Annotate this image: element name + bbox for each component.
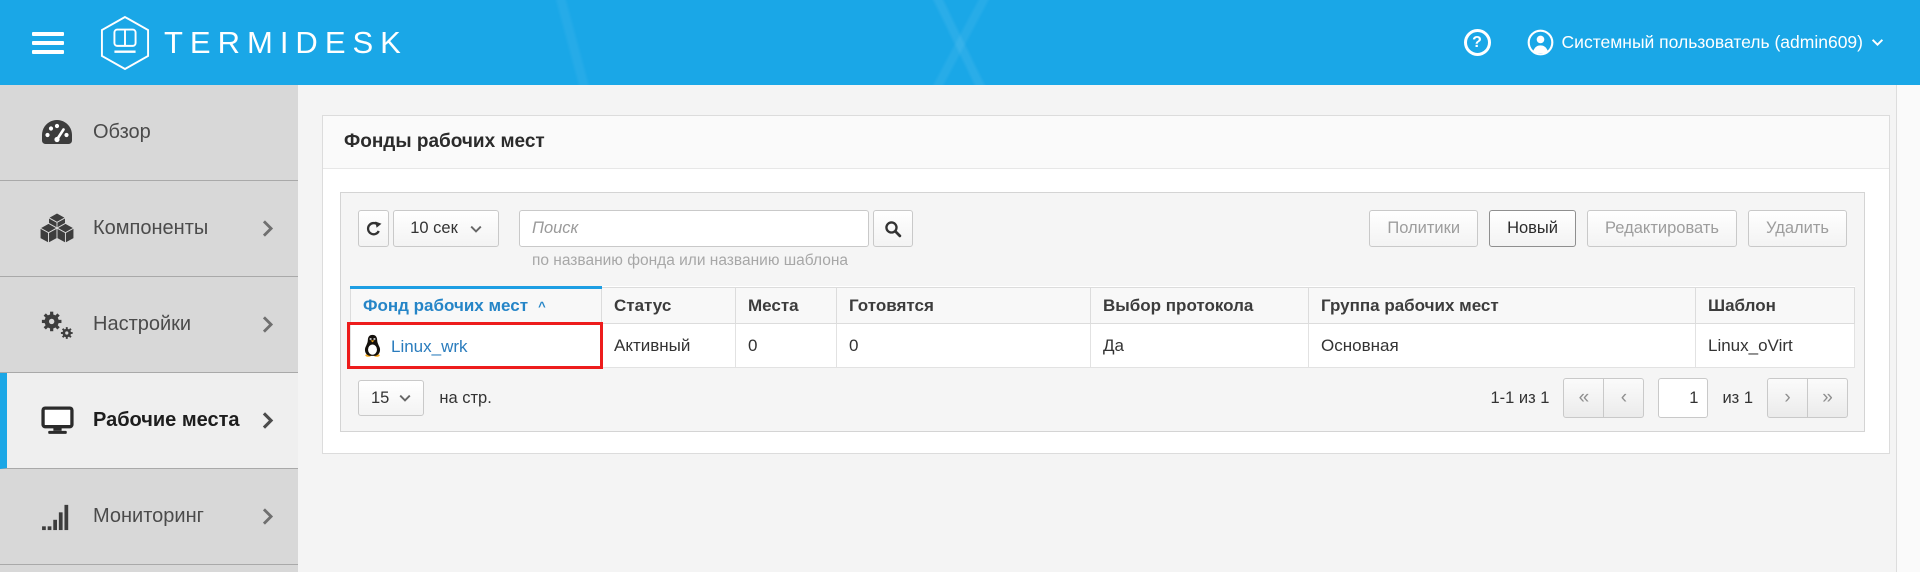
user-menu[interactable]: Системный пользователь (admin609) (1527, 29, 1884, 56)
sidebar-item-label: Мониторинг (93, 505, 261, 528)
brand-name: TERMIDESK (164, 25, 408, 61)
page-size-select[interactable]: 15 (358, 380, 424, 416)
first-page-button[interactable]: « (1563, 378, 1604, 418)
column-header-protocol[interactable]: Выбор протокола (1091, 288, 1309, 324)
pool-name-cell[interactable]: Linux_wrk (351, 324, 602, 368)
range-label: 1-1 из 1 (1490, 389, 1549, 408)
chevron-down-icon (470, 225, 482, 233)
menu-toggle-icon[interactable] (32, 27, 64, 59)
new-button[interactable]: Новый (1489, 210, 1576, 247)
search-input[interactable] (519, 210, 869, 247)
settings-icon (38, 309, 76, 341)
sidebar-item-label: Настройки (93, 313, 261, 336)
prev-page-button[interactable]: ‹ (1603, 378, 1644, 418)
pagination: 1-1 из 1 « ‹ из 1 › » (1490, 378, 1848, 418)
sidebar: Обзор Компоненты (0, 85, 298, 572)
sort-asc-icon: ^ (538, 299, 546, 314)
last-page-button[interactable]: » (1807, 378, 1848, 418)
chevron-down-icon (1871, 38, 1884, 47)
user-name-label: Системный пользователь (admin609) (1562, 32, 1863, 53)
edit-button[interactable]: Редактировать (1587, 210, 1737, 247)
delete-button[interactable]: Удалить (1748, 210, 1847, 247)
help-icon[interactable]: ? (1464, 29, 1491, 56)
sidebar-item-workplaces[interactable]: Рабочие места (0, 373, 298, 469)
search-hint: по названию фонда или названию шаблона (515, 252, 865, 270)
table-row[interactable]: Linux_wrk Активный 0 0 Да Основная Linux… (351, 324, 1855, 368)
annotation-highlight-box (347, 322, 603, 369)
page-of-label: из 1 (1722, 389, 1753, 408)
brand-logo: TERMIDESK (100, 15, 408, 71)
panel-title: Фонды рабочих мест (323, 116, 1889, 169)
monitoring-icon (38, 503, 76, 531)
pools-table: Фонд рабочих мест^ Статус Места Готовятс… (350, 286, 1855, 368)
refresh-interval-select[interactable]: 10 сек (393, 210, 499, 247)
pool-link[interactable]: Linux_wrk (391, 337, 468, 356)
sidebar-item-label: Рабочие места (93, 409, 261, 432)
chevron-down-icon (399, 394, 411, 402)
user-avatar-icon (1527, 29, 1554, 56)
status-cell: Активный (602, 324, 736, 368)
search-button[interactable] (873, 210, 913, 247)
sidebar-item-monitoring[interactable]: Мониторинг (0, 469, 298, 565)
page-number-input[interactable] (1658, 378, 1708, 418)
column-header-group[interactable]: Группа рабочих мест (1309, 288, 1696, 324)
sidebar-item-label: Компоненты (93, 217, 261, 240)
dashboard-icon (38, 119, 76, 146)
refresh-interval-value: 10 сек (410, 219, 458, 238)
app-header: TERMIDESK ? Системный пользователь (admi… (0, 0, 1920, 85)
scrollbar-track[interactable] (1896, 85, 1920, 572)
next-page-button[interactable]: › (1767, 378, 1808, 418)
chevron-right-icon (261, 219, 274, 238)
preparing-cell: 0 (837, 324, 1091, 368)
refresh-button[interactable] (358, 210, 389, 247)
column-header-status[interactable]: Статус (602, 288, 736, 324)
page-size-value: 15 (371, 389, 389, 408)
group-cell: Основная (1309, 324, 1696, 368)
sidebar-item-components[interactable]: Компоненты (0, 181, 298, 277)
brand-hexagon-icon (100, 15, 150, 71)
chevron-right-icon (261, 315, 274, 334)
column-header-seats[interactable]: Места (736, 288, 837, 324)
pools-filterbox: 10 сек (340, 192, 1865, 432)
sidebar-item-label: Обзор (93, 121, 274, 144)
workplaces-icon (38, 406, 76, 435)
protocol-cell: Да (1091, 324, 1309, 368)
chevron-right-icon (261, 507, 274, 526)
column-header-template[interactable]: Шаблон (1696, 288, 1855, 324)
column-header-pool[interactable]: Фонд рабочих мест^ (351, 288, 602, 324)
refresh-icon (365, 220, 382, 238)
seats-cell: 0 (736, 324, 837, 368)
pools-panel: Фонды рабочих мест 10 сек (322, 115, 1890, 454)
template-cell: Linux_oVirt (1696, 324, 1855, 368)
chevron-right-icon (261, 411, 274, 430)
policies-button[interactable]: Политики (1369, 210, 1478, 247)
per-page-label: на стр. (439, 389, 491, 408)
sidebar-item-settings[interactable]: Настройки (0, 277, 298, 373)
search-icon (884, 220, 902, 238)
linux-penguin-icon (363, 334, 382, 357)
help-glyph: ? (1472, 34, 1482, 52)
components-icon (38, 213, 76, 244)
column-header-preparing[interactable]: Готовятся (837, 288, 1091, 324)
sidebar-item-overview[interactable]: Обзор (0, 85, 298, 181)
